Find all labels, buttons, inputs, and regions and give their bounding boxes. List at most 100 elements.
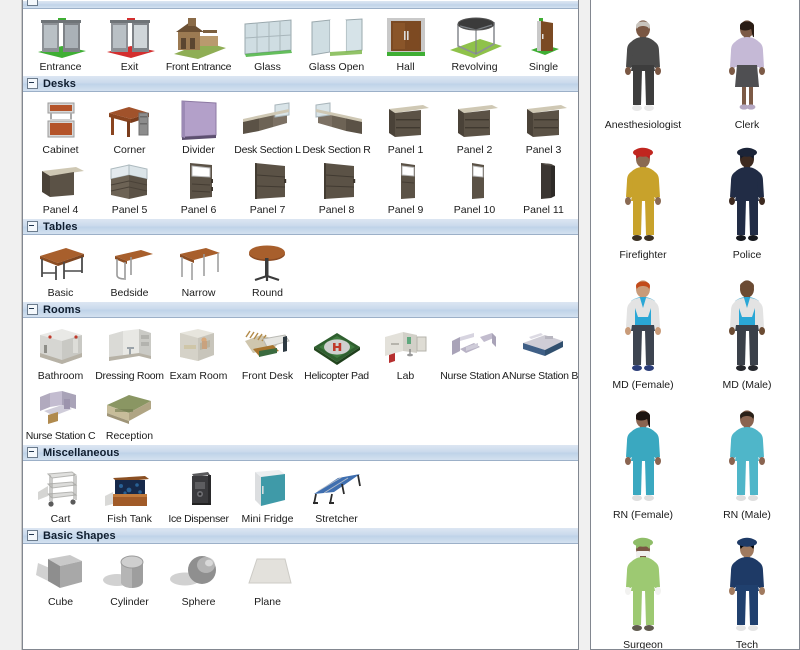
library-item[interactable]: Panel 3 — [509, 96, 578, 156]
library-item-label: Panel 4 — [43, 204, 79, 216]
collapse-minus-icon[interactable] — [27, 221, 38, 232]
library-item[interactable]: Corner — [95, 96, 164, 156]
library-item[interactable]: Divider — [164, 96, 233, 156]
library-item[interactable]: Exit — [95, 13, 164, 73]
people-item[interactable]: Police — [695, 132, 799, 262]
library-item[interactable]: Panel 4 — [26, 156, 95, 216]
people-library-panel[interactable]: AnesthesiologistClerkFirefighterPoliceMD… — [590, 0, 800, 650]
room-reception-icon — [100, 382, 160, 429]
people-item[interactable]: Anesthesiologist — [591, 2, 695, 132]
library-item[interactable]: Entrance — [26, 13, 95, 73]
people-item-label: Surgeon — [623, 639, 663, 650]
library-item[interactable]: Basic — [26, 239, 95, 299]
library-item[interactable]: Exam Room — [164, 322, 233, 382]
component-library-panel[interactable]: Doors EntranceExitFront EntranceGlassGlas… — [22, 0, 579, 650]
library-item-label: Round — [252, 287, 283, 299]
section-header-desks[interactable]: Desks — [23, 75, 578, 92]
people-item-label: Police — [733, 249, 762, 262]
person-surgeon-icon — [604, 527, 682, 639]
section-header-rooms[interactable]: Rooms — [23, 301, 578, 318]
misc-mini-fridge-icon — [238, 465, 298, 512]
people-item[interactable]: MD (Male) — [695, 262, 799, 392]
library-item[interactable]: Panel 11 — [509, 156, 578, 216]
library-item[interactable]: Panel 6 — [164, 156, 233, 216]
library-item[interactable]: Reception — [95, 382, 164, 442]
section-header-tables[interactable]: Tables — [23, 218, 578, 235]
library-item[interactable]: Panel 7 — [233, 156, 302, 216]
library-item[interactable]: Lab — [371, 322, 440, 382]
library-item[interactable]: Single — [509, 13, 578, 73]
library-item[interactable]: Desk Section R — [302, 96, 371, 156]
library-item[interactable]: Narrow — [164, 239, 233, 299]
library-item[interactable]: Panel 1 — [371, 96, 440, 156]
library-item-label: Cart — [51, 513, 71, 525]
single-door-icon — [514, 13, 574, 60]
library-item[interactable]: Cabinet — [26, 96, 95, 156]
section-title: Miscellaneous — [43, 447, 120, 459]
library-item[interactable]: Mini Fridge — [233, 465, 302, 525]
library-item[interactable]: Glass — [233, 13, 302, 73]
library-item[interactable]: Nurse Station C — [26, 382, 95, 442]
library-item[interactable]: Front Desk — [233, 322, 302, 382]
people-item[interactable]: RN (Male) — [695, 392, 799, 522]
collapse-minus-icon[interactable] — [27, 530, 38, 541]
library-item-label: Cylinder — [110, 596, 149, 608]
people-item[interactable]: Clerk — [695, 2, 799, 132]
library-item[interactable]: Stretcher — [302, 465, 371, 525]
library-item[interactable]: Glass Open — [302, 13, 371, 73]
desk-panel-counter-icon — [376, 96, 436, 143]
library-item[interactable]: Ice Dispenser — [164, 465, 233, 525]
library-item[interactable]: Cart — [26, 465, 95, 525]
collapse-minus-icon[interactable] — [27, 304, 38, 315]
people-item[interactable]: Tech — [695, 522, 799, 650]
library-item-label: Dressing Room — [95, 370, 163, 382]
library-item[interactable]: Cylinder — [95, 548, 164, 608]
library-item[interactable]: Plane — [233, 548, 302, 608]
library-item[interactable]: Revolving — [440, 13, 509, 73]
library-item[interactable]: Front Entrance — [164, 13, 233, 73]
library-item[interactable]: Hall — [371, 13, 440, 73]
people-item[interactable]: Surgeon — [591, 522, 695, 650]
library-item-label: Panel 7 — [250, 204, 286, 216]
room-lab-icon — [376, 322, 436, 369]
glass-wall-panel-icon — [238, 13, 298, 60]
section-header-doors[interactable]: Doors — [23, 0, 578, 9]
door-double-red-base-icon — [100, 13, 160, 60]
library-item[interactable]: Panel 5 — [95, 156, 164, 216]
desk-panel-narrow-icon — [445, 156, 505, 203]
library-item-label: Panel 8 — [319, 204, 355, 216]
room-helipad-icon — [307, 322, 367, 369]
people-item[interactable]: MD (Female) — [591, 262, 695, 392]
collapse-minus-icon[interactable] — [27, 0, 38, 6]
library-item[interactable]: Panel 8 — [302, 156, 371, 216]
collapse-minus-icon[interactable] — [27, 447, 38, 458]
library-item[interactable]: Helicopter Pad — [302, 322, 371, 382]
people-item[interactable]: RN (Female) — [591, 392, 695, 522]
people-item-label: Tech — [736, 639, 758, 650]
library-item[interactable]: Cube — [26, 548, 95, 608]
desk-corner-icon — [100, 96, 160, 143]
library-item[interactable]: Sphere — [164, 548, 233, 608]
library-item[interactable]: Bedside — [95, 239, 164, 299]
library-item[interactable]: Nurse Station A — [440, 322, 509, 382]
section-header-miscellaneous[interactable]: Miscellaneous — [23, 444, 578, 461]
library-item[interactable]: Panel 9 — [371, 156, 440, 216]
library-item[interactable]: Panel 10 — [440, 156, 509, 216]
collapse-minus-icon[interactable] — [27, 78, 38, 89]
library-item[interactable]: Round — [233, 239, 302, 299]
library-item[interactable]: Fish Tank — [95, 465, 164, 525]
item-row: Nurse Station CReception — [23, 382, 578, 442]
desk-panel-solid-icon — [307, 156, 367, 203]
library-item-label: Cube — [48, 596, 73, 608]
library-item-label: Divider — [182, 144, 215, 156]
section-title: Desks — [43, 78, 76, 90]
people-item[interactable]: Firefighter — [591, 132, 695, 262]
library-item[interactable]: Panel 2 — [440, 96, 509, 156]
library-item[interactable]: Nurse Station B — [509, 322, 578, 382]
section-header-basic-shapes[interactable]: Basic Shapes — [23, 527, 578, 544]
panel-divider — [579, 0, 590, 650]
library-item[interactable]: Bathroom — [26, 322, 95, 382]
library-item[interactable]: Dressing Room — [95, 322, 164, 382]
library-item[interactable]: Desk Section L — [233, 96, 302, 156]
room-exam-icon — [169, 322, 229, 369]
